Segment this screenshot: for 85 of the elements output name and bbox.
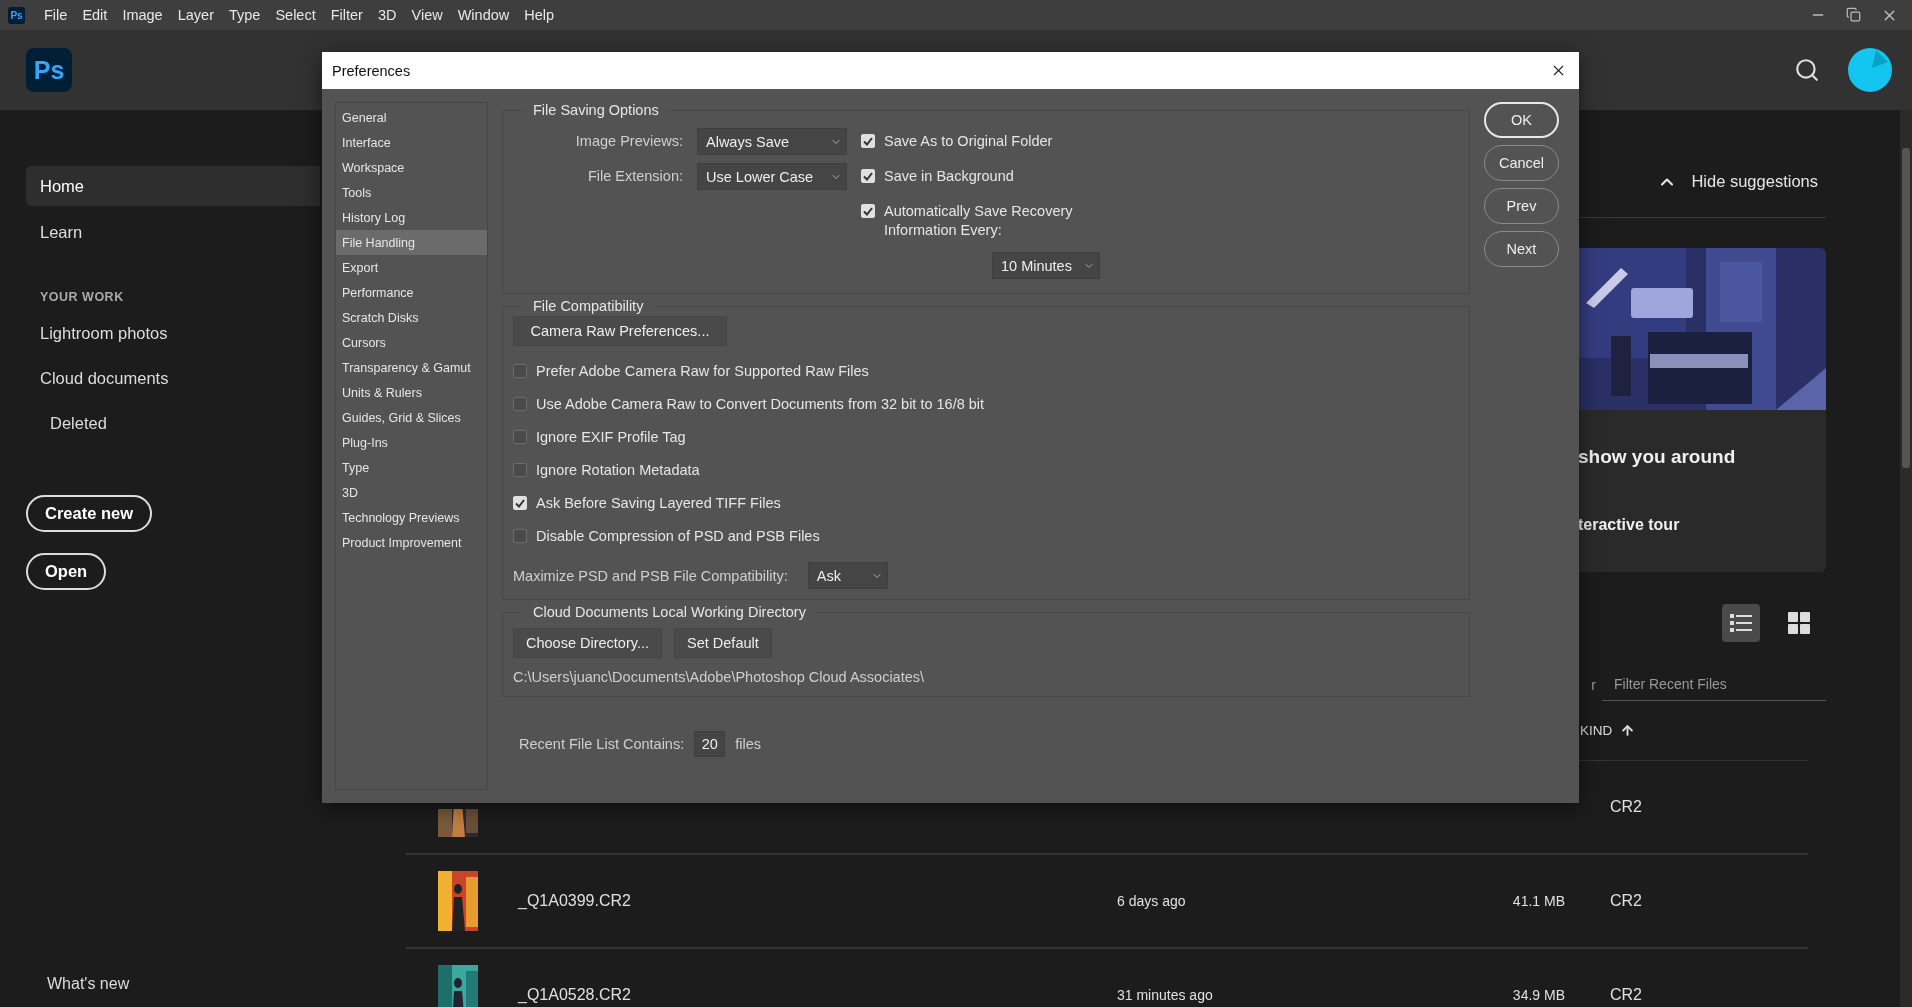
field-label: Recent File List Contains: — [519, 736, 685, 752]
tour-title: show you around — [1577, 446, 1737, 468]
dialog-button[interactable]: OK — [1484, 102, 1559, 138]
category-item[interactable]: Technology Previews — [336, 505, 487, 530]
checkbox-label: Save in Background — [884, 167, 1014, 186]
category-item[interactable]: Units & Rulers — [336, 380, 487, 405]
file-name: _Q1A0528.CR2 — [518, 986, 632, 1004]
filter-field[interactable]: Filter Recent Files — [1602, 676, 1826, 701]
create-button[interactable]: Create new — [26, 495, 153, 532]
dropdown[interactable]: Always Save — [697, 128, 847, 155]
dialog-title: Preferences — [332, 62, 411, 79]
app-icon: Ps — [8, 6, 25, 24]
file-name: _Q1A0399.CR2 — [518, 892, 632, 910]
category-item[interactable]: Export — [336, 255, 487, 280]
choose-directory-button[interactable]: Choose Directory... — [513, 628, 663, 658]
checkbox-label: Use Adobe Camera Raw to Convert Documents from 32 bit to 16/8 bit — [536, 395, 985, 414]
category-item[interactable]: Product Improvement — [336, 530, 487, 555]
modified-date: 31 minutes ago — [1117, 987, 1214, 1003]
checkbox-label: Ignore EXIF Profile Tag — [536, 428, 686, 447]
dropdown[interactable]: Use Lower Case — [697, 163, 847, 190]
category-item[interactable]: History Log — [336, 205, 487, 230]
file-size: 34.9 MB — [1511, 987, 1565, 1003]
hide-suggestions-button[interactable]: Hide suggestions — [1657, 171, 1826, 192]
dropdown[interactable]: Ask — [807, 562, 888, 589]
file-type: CR2 — [1609, 986, 1643, 1004]
group-title: File Compatibility — [532, 298, 645, 314]
dialog-button[interactable]: Next — [1484, 231, 1559, 267]
dialog-button[interactable]: Cancel — [1484, 145, 1559, 181]
menu-item[interactable]: Type — [228, 7, 261, 23]
checkbox-label: Automatically Save Recovery Information Every: — [884, 202, 1074, 240]
group-title: Cloud Documents Local Working Directory — [532, 604, 807, 620]
open-button[interactable]: Open — [26, 553, 107, 590]
checkbox-label: Save As to Original Folder — [884, 132, 1053, 151]
menu-item[interactable]: Select — [275, 7, 316, 23]
category-item[interactable]: Performance — [336, 280, 487, 305]
checkbox-label: Ask Before Saving Layered TIFF Files — [536, 494, 781, 513]
file-type: CR2 — [1609, 798, 1643, 816]
file-size: 41.1 MB — [1511, 893, 1565, 909]
dropdown[interactable]: 10 Minutes — [992, 252, 1100, 279]
category-item[interactable]: Interface — [336, 130, 487, 155]
category-item[interactable]: Scratch Disks — [336, 305, 487, 330]
nav-item[interactable]: Home — [26, 166, 320, 206]
checkbox-label: Disable Compression of PSD and PSB Files — [536, 527, 820, 546]
checkbox-label: Ignore Rotation Metadata — [536, 461, 700, 480]
menu-item[interactable]: Help — [524, 7, 555, 23]
category-item[interactable]: Guides, Grid & Slices — [336, 405, 487, 430]
filter-label: r — [1591, 677, 1596, 695]
unit-label: files — [735, 736, 761, 752]
directory-path: C:\Users\juanc\Documents\Adobe\Photoshop Cloud Associates\ — [513, 669, 925, 685]
number-field[interactable]: 20 — [694, 731, 726, 757]
section-title: YOUR WORK — [39, 290, 125, 304]
menu-item[interactable]: 3D — [377, 7, 397, 23]
field-label: Maximize PSD and PSB File Compatibility: — [513, 567, 788, 584]
field-label: File Extension: — [586, 167, 683, 184]
category-item[interactable]: Type — [336, 455, 487, 480]
field-label: Image Previews: — [574, 132, 683, 149]
category-item[interactable]: Transparency & Gamut — [336, 355, 487, 380]
menu-item[interactable]: View — [411, 7, 443, 23]
category-item[interactable]: Cursors — [336, 330, 487, 355]
app-logo: Ps — [26, 48, 72, 92]
checkbox-label: Prefer Adobe Camera Raw for Supported Raw Files — [536, 362, 869, 381]
file-type: CR2 — [1609, 892, 1643, 910]
nav-item[interactable]: Cloud documents — [26, 369, 320, 393]
menu-item[interactable]: File — [44, 7, 68, 23]
dialog-button[interactable]: Prev — [1484, 188, 1559, 224]
menu-item[interactable]: Image — [122, 7, 163, 23]
whats-new-link[interactable]: What's new — [26, 975, 320, 993]
group-title: File Saving Options — [532, 102, 660, 118]
modified-date: 6 days ago — [1117, 893, 1187, 909]
nav-item[interactable]: Lightroom photos — [26, 324, 320, 348]
menu-item[interactable]: Filter — [330, 7, 363, 23]
column-header[interactable]: KIND — [1578, 723, 1808, 738]
category-item[interactable]: File Handling — [336, 230, 487, 255]
category-item[interactable]: Plug-Ins — [336, 430, 487, 455]
menu-item[interactable]: Layer — [177, 7, 214, 23]
category-item[interactable]: 3D — [336, 480, 487, 505]
nav-item[interactable]: Deleted — [26, 414, 320, 438]
category-item[interactable]: Tools — [336, 180, 487, 205]
nav-item[interactable]: Learn — [26, 212, 320, 252]
camera-raw-button[interactable]: Camera Raw Preferences... — [513, 316, 727, 346]
menu-item[interactable]: Edit — [82, 7, 108, 23]
menu-item[interactable]: Window — [457, 7, 510, 23]
category-item[interactable]: General — [336, 105, 487, 130]
set-default-button[interactable]: Set Default — [674, 628, 772, 658]
category-item[interactable]: Workspace — [336, 155, 487, 180]
